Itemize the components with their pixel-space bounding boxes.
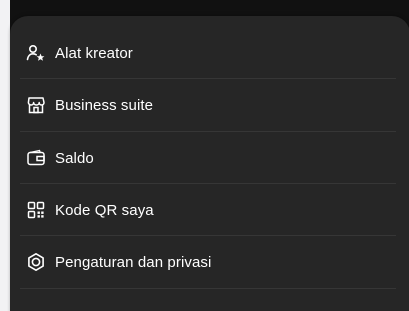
- qr-code-icon: [26, 200, 46, 220]
- menu-item-balance[interactable]: Saldo: [10, 132, 402, 184]
- creator-tools-icon: [26, 43, 46, 63]
- menu-item-label: Saldo: [55, 149, 94, 167]
- bottom-sheet-menu: Alat kreator Business suite Saldo Kode Q…: [10, 16, 409, 311]
- menu-item-qr-code[interactable]: Kode QR saya: [10, 184, 402, 236]
- menu-item-creator-tools[interactable]: Alat kreator: [10, 27, 402, 79]
- wallet-icon: [26, 148, 46, 168]
- menu-item-label: Kode QR saya: [55, 201, 154, 219]
- menu-item-settings-privacy[interactable]: Pengaturan dan privasi: [10, 236, 402, 288]
- storefront-icon: [26, 95, 46, 115]
- menu-item-business-suite[interactable]: Business suite: [10, 79, 402, 131]
- settings-icon: [26, 252, 46, 272]
- menu-item-label: Business suite: [55, 96, 154, 114]
- menu-item-label: Pengaturan dan privasi: [55, 253, 212, 271]
- menu-item-label: Alat kreator: [55, 44, 133, 62]
- divider: [20, 288, 396, 289]
- screen: Alat kreator Business suite Saldo Kode Q…: [0, 0, 409, 311]
